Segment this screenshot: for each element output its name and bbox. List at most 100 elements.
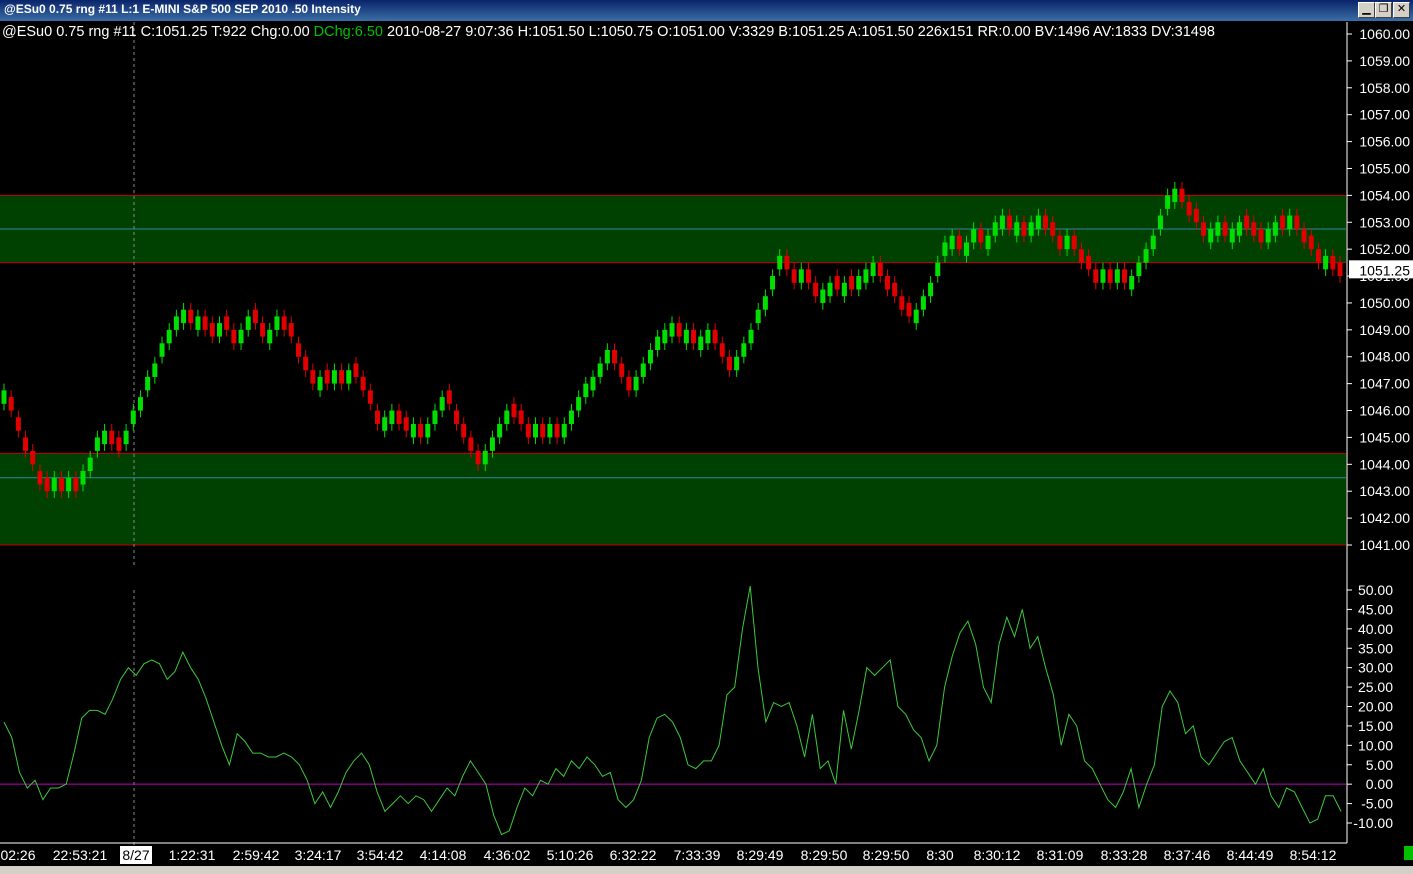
candle-body xyxy=(956,235,962,250)
candle-body xyxy=(712,329,718,344)
candle-body xyxy=(461,423,467,438)
candle-body xyxy=(137,397,143,411)
price-tick-label: 1054.00 xyxy=(1359,187,1410,203)
candle-body xyxy=(130,410,136,424)
candle-body xyxy=(540,423,546,438)
candle-body xyxy=(1294,215,1300,229)
candle-body xyxy=(877,262,883,277)
candle-body xyxy=(554,423,560,438)
price-tick-label: 1046.00 xyxy=(1359,403,1410,419)
candle-body xyxy=(870,262,876,277)
candle-body xyxy=(971,228,977,243)
candle-body xyxy=(920,296,926,310)
session-date-label: 8/27 xyxy=(122,847,149,863)
time-tick-label: 8:29:50 xyxy=(801,847,848,863)
minimize-button[interactable]: ▁ xyxy=(1358,2,1375,18)
price-chart[interactable]: 1060.00 1059.00 1058.00 1057.00 1056.00 1055.… xyxy=(0,22,1413,866)
candle-body xyxy=(375,410,381,424)
candle-body xyxy=(849,276,855,290)
candle-body xyxy=(58,477,64,492)
time-tick-label: 1:22:31 xyxy=(169,847,216,863)
last-price-label: 1051.25 xyxy=(1359,262,1410,278)
price-tick-label: 1045.00 xyxy=(1359,429,1410,445)
time-tick-label: 8:37:46 xyxy=(1164,847,1211,863)
candle-body xyxy=(899,296,905,310)
candle-body xyxy=(425,423,431,438)
candle-body xyxy=(726,356,732,371)
status-suffix: 2010-08-27 9:07:36 H:1051.50 L:1050.75 O… xyxy=(383,24,1215,40)
candle-body xyxy=(1057,235,1063,250)
candle-body xyxy=(353,363,359,377)
time-tick-label: 6:32:22 xyxy=(610,847,657,863)
time-tick-label: 4:36:02 xyxy=(484,847,531,863)
candle-body xyxy=(295,343,301,357)
candle-body xyxy=(1050,222,1056,236)
candle-body xyxy=(1229,228,1235,243)
osc-tick-label: 50.00 xyxy=(1358,582,1393,598)
candle-body xyxy=(73,477,79,492)
candle-body xyxy=(497,423,503,438)
candle-body xyxy=(1014,222,1020,236)
candle-body xyxy=(504,410,510,424)
candle-body xyxy=(770,276,776,290)
close-button[interactable]: ✕ xyxy=(1393,2,1410,18)
candle-body xyxy=(834,276,840,290)
restore-button[interactable]: ❐ xyxy=(1375,2,1392,18)
connection-status-indicator xyxy=(1404,846,1413,860)
osc-tick-label: 40.00 xyxy=(1358,621,1393,637)
candle-body xyxy=(561,423,567,438)
candle-body xyxy=(1323,255,1329,270)
candle-body xyxy=(741,343,747,357)
zone-band-1 xyxy=(0,453,1346,545)
time-tick-label: 8:33:28 xyxy=(1101,847,1148,863)
candle-body xyxy=(116,437,122,451)
candle-body xyxy=(360,376,366,391)
candle-body xyxy=(1337,262,1343,277)
candle-body xyxy=(324,370,330,384)
candle-body xyxy=(1236,222,1242,236)
candle-body xyxy=(884,276,890,290)
candle-body xyxy=(1043,215,1049,229)
time-tick-label: 8:54:12 xyxy=(1290,847,1337,863)
candle-body xyxy=(841,282,847,297)
candle-body xyxy=(439,397,445,411)
osc-tick-label: 0.00 xyxy=(1366,776,1393,792)
candle-body xyxy=(1078,249,1084,263)
time-tick-label: 22:53:21 xyxy=(53,847,108,863)
candle-body xyxy=(1122,269,1128,283)
candle-body xyxy=(173,316,179,330)
candle-body xyxy=(547,423,553,438)
candle-body xyxy=(511,403,517,418)
time-tick-label: 5:10:26 xyxy=(547,847,594,863)
candle-body xyxy=(827,282,833,297)
time-tick-label: 02:26 xyxy=(0,847,35,863)
candle-body xyxy=(669,323,675,337)
horizontal-scrollbar[interactable] xyxy=(0,866,1413,874)
price-tick-label: 1041.00 xyxy=(1359,537,1410,553)
candle-body xyxy=(662,329,668,344)
candle-body xyxy=(30,450,36,465)
osc-tick-label: 20.00 xyxy=(1358,699,1393,715)
candle-body xyxy=(640,363,646,377)
candle-body xyxy=(1071,235,1077,250)
price-tick-label: 1048.00 xyxy=(1359,349,1410,365)
candle-body xyxy=(238,329,244,344)
candle-body xyxy=(252,309,258,324)
candle-body xyxy=(1028,222,1034,236)
price-tick-label: 1047.00 xyxy=(1359,376,1410,392)
price-tick-label: 1049.00 xyxy=(1359,322,1410,338)
status-line: @ESu0 0.75 rng #11 C:1051.25 T:922 Chg:0… xyxy=(2,24,1346,40)
candle-body xyxy=(446,390,452,404)
candle-body xyxy=(928,282,934,297)
candle-body xyxy=(468,437,474,451)
candle-body xyxy=(331,370,337,384)
candle-body xyxy=(1007,215,1013,229)
candle-body xyxy=(260,323,266,337)
candle-body xyxy=(8,397,14,411)
osc-tick-label: 15.00 xyxy=(1358,718,1393,734)
candle-body xyxy=(432,410,438,424)
candle-body xyxy=(303,356,309,371)
candle-body xyxy=(963,242,969,256)
osc-tick-label: 25.00 xyxy=(1358,679,1393,695)
time-tick-label: 8:29:50 xyxy=(863,847,910,863)
